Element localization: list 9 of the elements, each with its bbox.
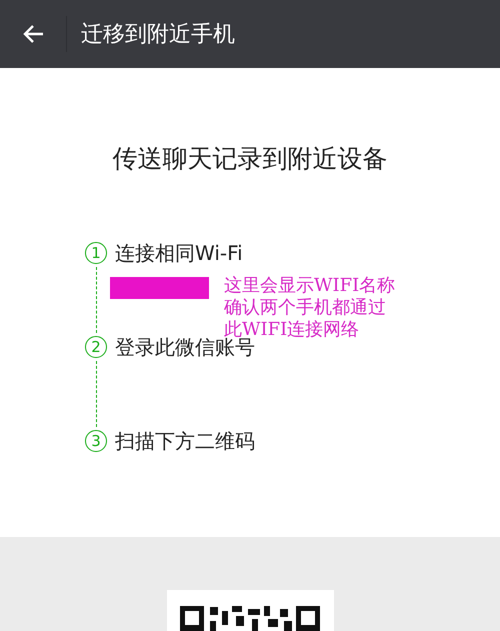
step-number: 2 [85,336,107,358]
page-title: 迁移到附近手机 [81,21,235,49]
heading: 传送聊天记录到附近设备 [112,143,388,175]
step-number: 3 [85,430,107,452]
annotation-text: 这里会显示WIFI名称 [224,275,396,297]
annotation-text: 确认两个手机都通过 [224,297,387,319]
step-number: 1 [85,242,107,264]
step-label: 扫描下方二维码 [115,428,255,454]
step-label: 连接相同Wi-Fi [115,240,243,266]
